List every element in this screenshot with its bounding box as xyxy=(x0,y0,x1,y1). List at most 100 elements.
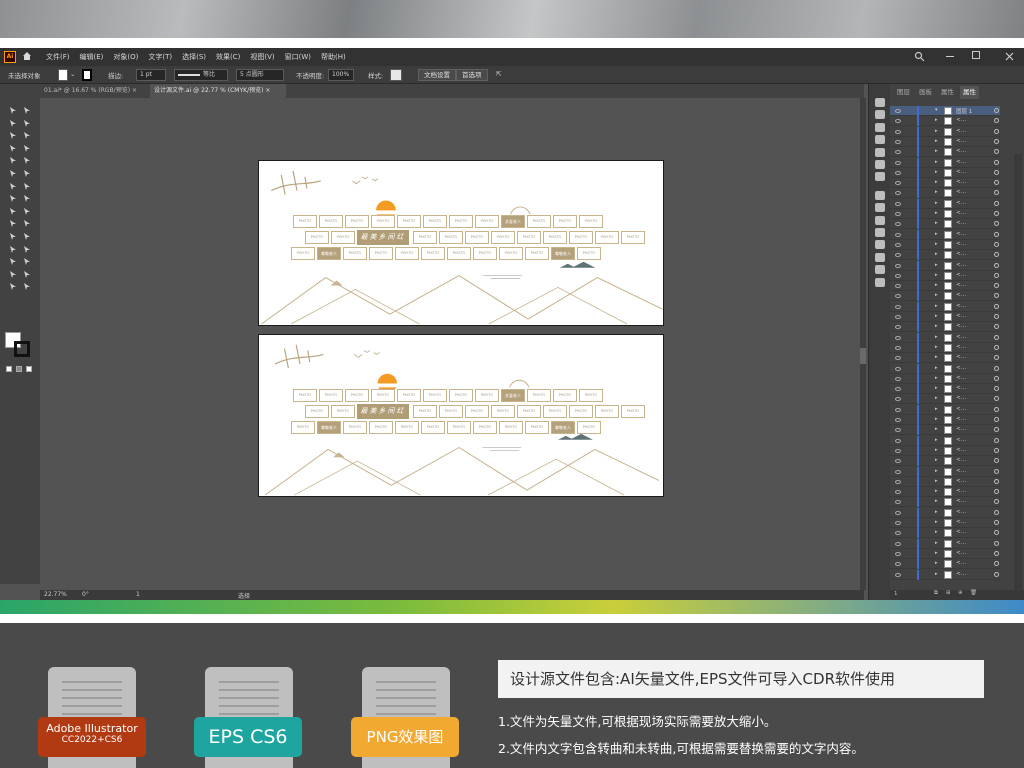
target-circle-icon[interactable] xyxy=(994,375,999,381)
layer-name[interactable]: <… xyxy=(956,385,966,391)
expand-arrow-icon[interactable]: ▸ xyxy=(935,385,938,391)
layer-row[interactable]: ▸ <… xyxy=(890,270,1000,281)
target-circle-icon[interactable] xyxy=(994,468,999,474)
artboard-2[interactable]: PHOTO PHOTO PHOTO PHOTO PHOTO PHOTO PHOTO PHOTO… xyxy=(258,334,664,497)
target-circle-icon[interactable] xyxy=(994,180,999,186)
align-icon[interactable] xyxy=(875,172,885,182)
layer-row[interactable]: ▸ <… xyxy=(890,291,1000,302)
layer-row[interactable]: ▸ <… xyxy=(890,136,1000,147)
layer-row[interactable]: ▸ <… xyxy=(890,528,1000,539)
perspective-icon[interactable] xyxy=(22,213,32,228)
layer-row[interactable]: ▸ <… xyxy=(890,198,1000,209)
target-circle-icon[interactable] xyxy=(994,221,999,227)
stroke-swatch[interactable] xyxy=(82,69,92,81)
rotate-icon[interactable] xyxy=(8,188,18,203)
visibility-eye-icon[interactable] xyxy=(895,345,901,350)
target-circle-icon[interactable] xyxy=(994,365,999,371)
transform-icon[interactable] xyxy=(875,190,885,200)
type-icon[interactable] xyxy=(8,138,18,152)
target-circle-icon[interactable] xyxy=(994,108,999,113)
visibility-eye-icon[interactable] xyxy=(895,212,901,216)
delete-layer-icon[interactable]: 🗑 xyxy=(970,590,977,596)
target-circle-icon[interactable] xyxy=(994,499,999,505)
layer-row[interactable]: ▸ <… xyxy=(890,322,1000,333)
layer-row[interactable]: ▸ <… xyxy=(890,487,1000,498)
layer-row[interactable]: ▸ <… xyxy=(890,569,1000,580)
layer-row[interactable]: ▸ <… xyxy=(890,518,1000,528)
make-clip-icon[interactable]: ⧉ xyxy=(934,590,938,597)
target-circle-icon[interactable] xyxy=(994,303,999,309)
visibility-eye-icon[interactable] xyxy=(895,366,901,371)
layer-row[interactable]: ▸ <… xyxy=(890,312,1000,322)
target-circle-icon[interactable] xyxy=(994,396,999,402)
visibility-eye-icon[interactable] xyxy=(895,150,901,155)
target-circle-icon[interactable] xyxy=(994,262,999,268)
layer-name[interactable]: <… xyxy=(956,251,966,257)
visibility-eye-icon[interactable] xyxy=(895,160,901,165)
visibility-eye-icon[interactable] xyxy=(895,201,901,206)
expand-arrow-icon[interactable]: ▸ xyxy=(935,509,938,515)
preferences-button[interactable]: 首选项 xyxy=(456,69,488,81)
target-circle-icon[interactable] xyxy=(994,231,999,237)
target-circle-icon[interactable] xyxy=(994,211,999,216)
visibility-eye-icon[interactable] xyxy=(895,479,901,484)
expand-arrow-icon[interactable]: ▸ xyxy=(935,241,938,247)
target-circle-icon[interactable] xyxy=(994,283,999,289)
selection-icon[interactable] xyxy=(8,100,18,114)
visibility-eye-icon[interactable] xyxy=(895,170,901,175)
expand-arrow-icon[interactable]: ▸ xyxy=(935,313,938,319)
menu-item[interactable]: 编辑(E) xyxy=(80,52,104,62)
expand-arrow-icon[interactable]: ▸ xyxy=(935,540,938,546)
layer-row[interactable]: ▸ <… xyxy=(890,281,1000,292)
appearance-icon[interactable] xyxy=(875,228,885,237)
target-circle-icon[interactable] xyxy=(994,417,999,422)
visibility-eye-icon[interactable] xyxy=(895,387,901,392)
layer-name[interactable]: <… xyxy=(956,488,966,494)
expand-arrow-icon[interactable]: ▸ xyxy=(935,395,938,401)
target-circle-icon[interactable] xyxy=(994,149,999,155)
expand-arrow-icon[interactable]: ▸ xyxy=(935,447,938,453)
new-layer-icon[interactable]: ⊕ xyxy=(958,590,963,596)
layer-row[interactable]: ▸ <… xyxy=(890,497,1000,508)
visibility-eye-icon[interactable] xyxy=(895,510,901,515)
width-icon[interactable] xyxy=(8,201,18,215)
layer-name[interactable]: <… xyxy=(956,189,966,195)
expand-arrow-icon[interactable]: ▸ xyxy=(935,323,938,329)
layer-name[interactable]: <… xyxy=(956,282,966,288)
menu-item[interactable]: 效果(C) xyxy=(216,52,240,62)
visibility-eye-icon[interactable] xyxy=(895,191,901,196)
expand-arrow-icon[interactable]: ▸ xyxy=(935,220,938,226)
expand-arrow-icon[interactable]: ▸ xyxy=(935,272,938,278)
expand-arrow-icon[interactable]: ▸ xyxy=(935,303,938,309)
stroke-color-box[interactable] xyxy=(14,341,30,357)
layer-name[interactable]: <… xyxy=(956,344,966,350)
pen-icon[interactable] xyxy=(8,125,18,140)
layer-name[interactable]: <… xyxy=(956,519,966,525)
expand-arrow-icon[interactable]: ▸ xyxy=(935,550,938,556)
layer-row[interactable]: ▸ <… xyxy=(890,445,1000,456)
expand-arrow-icon[interactable]: ▸ xyxy=(935,354,938,360)
layer-row[interactable]: ▸ <… xyxy=(890,332,1000,343)
expand-arrow-icon[interactable]: ▸ xyxy=(935,148,938,154)
expand-arrow-icon[interactable]: ▸ xyxy=(935,529,938,535)
visibility-eye-icon[interactable] xyxy=(895,376,901,381)
expand-arrow-icon[interactable]: ▸ xyxy=(935,251,938,257)
layer-row[interactable]: ▸ <… xyxy=(890,373,1000,384)
home-icon[interactable] xyxy=(22,51,32,61)
expand-arrow-icon[interactable]: ▸ xyxy=(935,457,938,463)
layer-name[interactable]: <… xyxy=(956,169,966,175)
layer-name[interactable]: <… xyxy=(956,478,966,484)
expand-arrow-icon[interactable]: ▸ xyxy=(935,231,938,237)
scroll-thumb[interactable] xyxy=(860,348,866,364)
symbols-icon[interactable] xyxy=(875,160,885,169)
new-sublayer-icon[interactable]: ⊞ xyxy=(946,590,951,596)
layer-name[interactable]: <… xyxy=(956,128,966,134)
target-circle-icon[interactable] xyxy=(994,530,999,536)
artboard-1[interactable]: PHOTO PHOTO PHOTO PHOTO PHOTO PHOTO PHOTO PHOTO… xyxy=(258,160,664,326)
expand-arrow-icon[interactable]: ▸ xyxy=(935,498,938,504)
menu-item[interactable]: 视图(V) xyxy=(250,52,274,62)
visibility-eye-icon[interactable] xyxy=(895,109,901,113)
layers-scrollbar[interactable] xyxy=(1014,154,1022,594)
libraries-icon[interactable] xyxy=(875,110,885,120)
expand-arrow-icon[interactable]: ▸ xyxy=(935,128,938,134)
